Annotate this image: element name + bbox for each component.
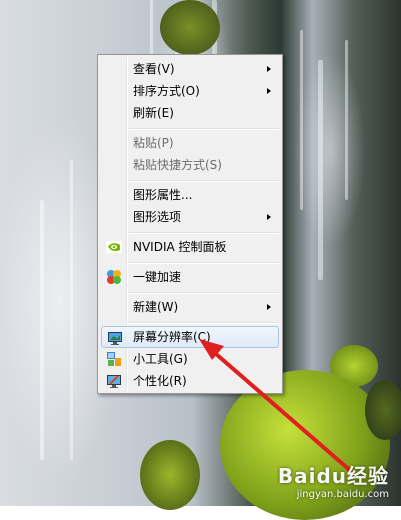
watermark-url: jingyan.baidu.com — [296, 489, 389, 500]
watermark: Baidu经验 jingyan.baidu.com — [278, 460, 389, 500]
watermark-brand: Baidu经验 — [277, 464, 389, 488]
annotation-arrow — [199, 339, 354, 474]
